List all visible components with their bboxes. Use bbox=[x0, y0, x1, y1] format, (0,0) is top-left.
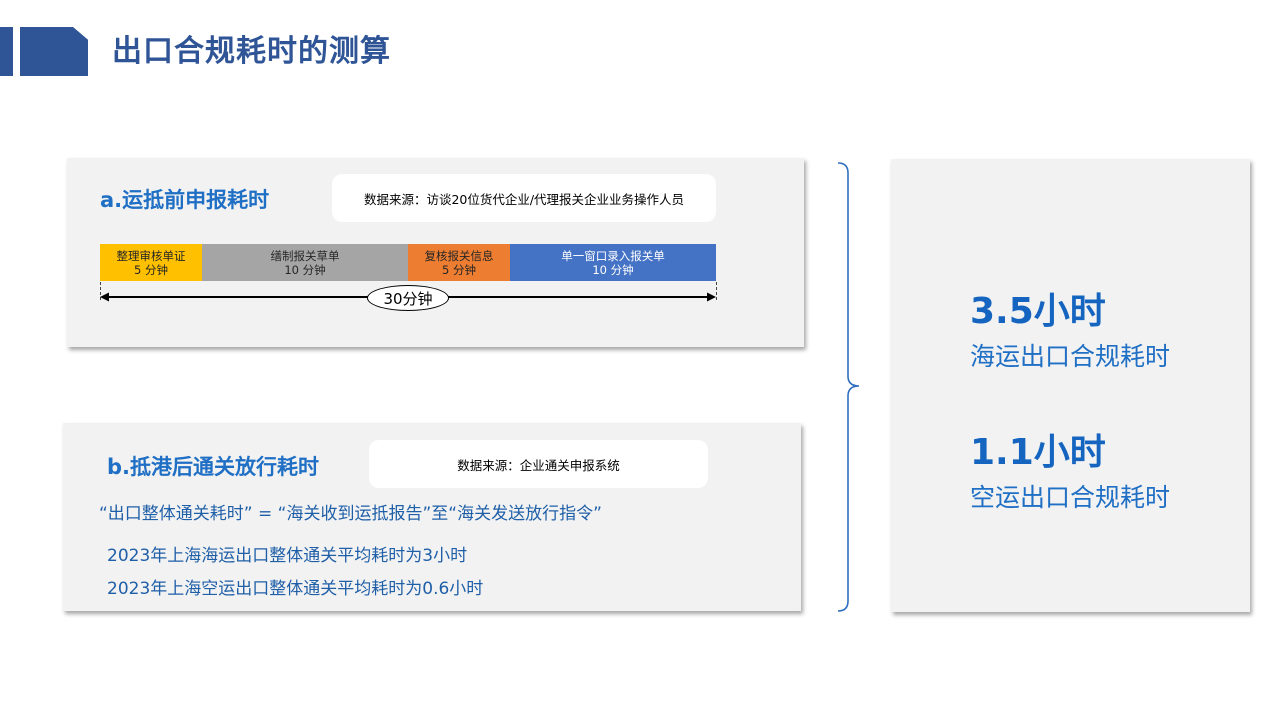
air-clearance-stat: 2023年上海空运出口整体通关平均耗时为0.6小时 bbox=[107, 579, 484, 599]
step-2-label: 缮制报关草单 bbox=[270, 248, 340, 263]
right-curly-brace bbox=[837, 162, 860, 612]
sea-total-label: 海运出口合规耗时 bbox=[970, 342, 1171, 371]
step-segment-1: 整理审核单证 5 分钟 bbox=[100, 244, 202, 281]
air-total-value: 1.1小时 bbox=[970, 432, 1106, 473]
step-3-duration: 5 分钟 bbox=[442, 262, 476, 277]
step-2-duration: 10 分钟 bbox=[284, 262, 326, 277]
section-b-title: b.抵港后通关放行耗时 bbox=[107, 455, 320, 479]
air-total-label: 空运出口合规耗时 bbox=[970, 483, 1171, 512]
step-3-label: 复核报关信息 bbox=[424, 248, 494, 263]
section-a-source-text: 数据来源：访谈20位货代企业/代理报关企业业务操作人员 bbox=[363, 191, 685, 207]
sea-total-value: 3.5小时 bbox=[970, 291, 1106, 332]
section-b-source-text: 数据来源：企业通关申报系统 bbox=[457, 457, 620, 473]
step-4-label: 单一窗口录入报关单 bbox=[561, 248, 665, 263]
step-segment-4: 单一窗口录入报关单 10 分钟 bbox=[510, 244, 716, 281]
header-decoration-block bbox=[20, 27, 88, 76]
step-segment-3: 复核报关信息 5 分钟 bbox=[408, 244, 510, 281]
header-decoration-bar bbox=[0, 27, 13, 76]
total-duration-badge: 30分钟 bbox=[367, 285, 449, 311]
step-4-duration: 10 分钟 bbox=[592, 262, 634, 277]
total-duration-text: 30分钟 bbox=[383, 289, 433, 308]
sea-clearance-stat: 2023年上海海运出口整体通关平均耗时为3小时 bbox=[107, 546, 468, 566]
section-a-source-box: 数据来源：访谈20位货代企业/代理报关企业业务操作人员 bbox=[332, 174, 716, 222]
step-segment-2: 缮制报关草单 10 分钟 bbox=[202, 244, 408, 281]
panel-summary bbox=[891, 159, 1250, 612]
section-b-source-box: 数据来源：企业通关申报系统 bbox=[369, 440, 708, 488]
page-title: 出口合规耗时的测算 bbox=[112, 34, 391, 69]
step-1-duration: 5 分钟 bbox=[134, 262, 168, 277]
clearance-definition: “出口整体通关耗时” = “海关收到运抵报告”至“海关发送放行指令” bbox=[99, 504, 602, 524]
step-1-label: 整理审核单证 bbox=[116, 248, 186, 263]
section-a-title: a.运抵前申报耗时 bbox=[100, 188, 270, 212]
